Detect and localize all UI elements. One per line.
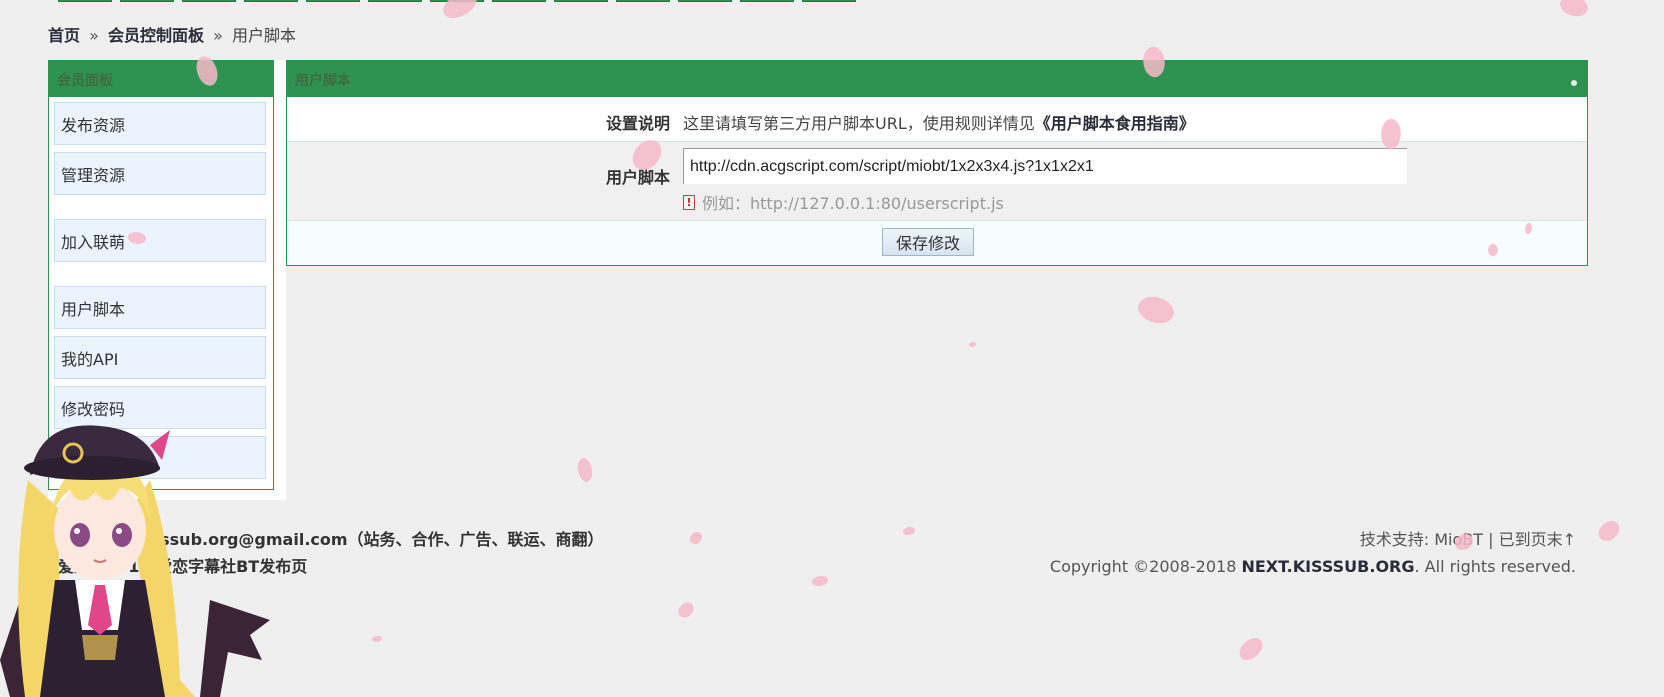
petal-decoration — [372, 636, 382, 642]
mascot-eye — [70, 523, 90, 547]
petal-decoration — [1133, 289, 1179, 331]
input-hint: ! 例如：http://127.0.0.1:80/userscript.js — [683, 190, 1004, 214]
description-body: 这里请填写第三方用户脚本URL，使用规则详情见 — [683, 114, 1035, 133]
nav-tab[interactable] — [802, 0, 856, 2]
brand-link[interactable]: NEXT.KISSSUB.ORG — [1241, 557, 1414, 576]
nav-tab[interactable] — [306, 0, 360, 2]
nav-tab[interactable] — [554, 0, 608, 2]
footer-copyright: Copyright ©2008-2018 NEXT.KISSSUB.ORG. A… — [1050, 553, 1576, 580]
petal-decoration — [1235, 634, 1267, 664]
petal-decoration — [676, 600, 696, 620]
nav-tab[interactable] — [740, 0, 794, 2]
petal-decoration — [903, 527, 915, 535]
mascot-character — [0, 425, 270, 697]
petal-decoration — [439, 0, 481, 22]
guide-link[interactable]: 《用户脚本食用指南》 — [1035, 114, 1195, 133]
petal-decoration — [690, 532, 702, 544]
sidebar-item-manage[interactable]: 管理资源 — [54, 152, 266, 195]
collapse-icon[interactable] — [1571, 80, 1577, 86]
breadcrumb-separator: » — [89, 26, 99, 45]
nav-tab[interactable] — [678, 0, 732, 2]
nav-tab[interactable] — [616, 0, 670, 2]
description-label: 设置说明 — [605, 114, 670, 133]
user-script-panel: 用户脚本 设置说明 这里请填写第三方用户脚本URL，使用规则详情见《用户脚本食用… — [286, 60, 1588, 266]
user-script-label: 用户脚本 — [605, 168, 670, 187]
breadcrumb-home-link[interactable]: 首页 — [48, 26, 80, 45]
back-to-top-link[interactable]: 已到页末↑ — [1499, 530, 1576, 549]
nav-tab[interactable] — [244, 0, 298, 2]
mascot-wing — [200, 600, 270, 697]
panel-title: 用户脚本 — [287, 61, 1587, 97]
nav-tab[interactable] — [492, 0, 546, 2]
sidebar-item-join-alliance[interactable]: 加入联萌 — [54, 219, 266, 262]
page: 首页 » 会员控制面板 » 用户脚本 会员面板 发布资源 管理资源 加入联萌 用… — [0, 0, 1664, 697]
petal-decoration — [812, 576, 828, 586]
footer-right: 技术支持: MioBT | 已到页末↑ Copyright ©2008-2018… — [1050, 526, 1576, 580]
copyright-suffix: . All rights reserved. — [1414, 557, 1577, 576]
user-script-input[interactable] — [683, 148, 1407, 184]
breadcrumb-current: 用户脚本 — [232, 26, 297, 45]
warning-icon: ! — [683, 194, 695, 210]
nav-tab[interactable] — [120, 0, 174, 2]
petal-decoration — [574, 456, 596, 484]
panel-title-text: 用户脚本 — [295, 73, 351, 89]
petal-decoration — [969, 342, 976, 347]
sidebar-title: 会员面板 — [49, 61, 273, 97]
breadcrumb-control-panel-link[interactable]: 会员控制面板 — [108, 26, 204, 45]
copyright-prefix: Copyright ©2008-2018 — [1049, 557, 1237, 576]
nav-tab[interactable] — [182, 0, 236, 2]
sidebar-item-my-api[interactable]: 我的API — [54, 336, 266, 379]
footer-support-line: 技术支持: MioBT | 已到页末↑ — [1050, 526, 1576, 553]
sidebar-item-publish[interactable]: 发布资源 — [54, 102, 266, 145]
nav-tab[interactable] — [58, 0, 112, 2]
user-script-row: 用户脚本 ! 例如：http://127.0.0.1:80/userscript… — [287, 142, 1587, 221]
breadcrumb: 首页 » 会员控制面板 » 用户脚本 — [48, 22, 296, 46]
actions-row: 保存修改 — [287, 221, 1587, 265]
sidebar-item-user-script[interactable]: 用户脚本 — [54, 286, 266, 329]
mascot-eye — [112, 523, 132, 547]
save-button[interactable]: 保存修改 — [882, 228, 974, 256]
hint-text: 例如：http://127.0.0.1:80/userscript.js — [702, 194, 1004, 213]
petal-decoration — [1595, 516, 1623, 546]
nav-tab[interactable] — [368, 0, 422, 2]
breadcrumb-separator: » — [213, 26, 223, 45]
petal-decoration — [1556, 0, 1592, 22]
description-text: 这里请填写第三方用户脚本URL，使用规则详情见《用户脚本食用指南》 — [683, 110, 1195, 134]
footer-divider: | — [1488, 530, 1494, 549]
